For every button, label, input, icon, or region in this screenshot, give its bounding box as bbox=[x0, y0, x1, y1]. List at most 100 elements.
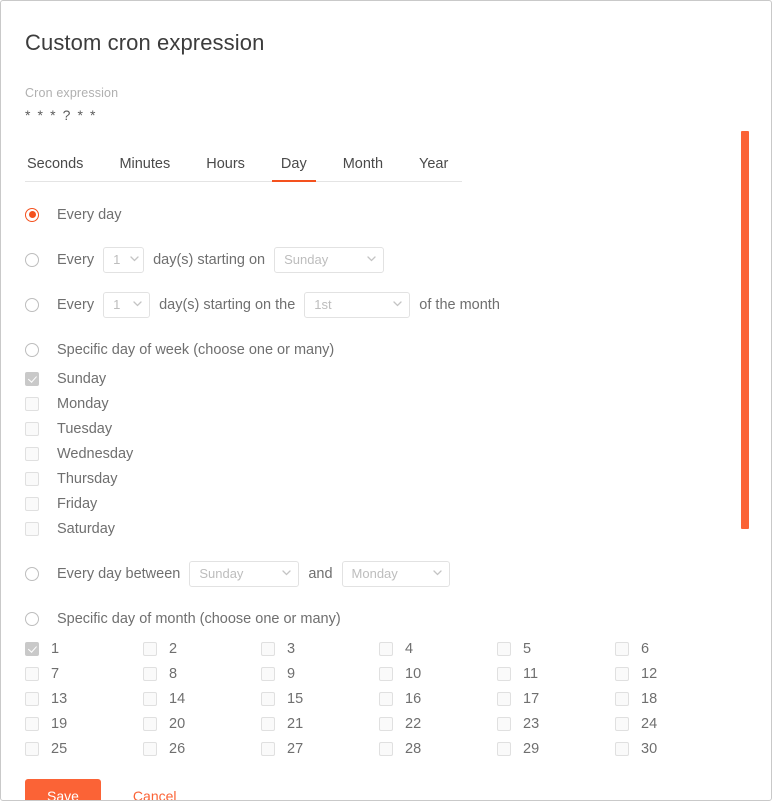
month-day-item[interactable]: 18 bbox=[615, 686, 733, 711]
radio-every-day-between[interactable] bbox=[25, 566, 39, 581]
month-day-item[interactable]: 5 bbox=[497, 636, 615, 661]
select-starting-weekday[interactable]: Sunday bbox=[274, 246, 385, 273]
month-day-item[interactable]: 3 bbox=[261, 636, 379, 661]
radio-every-n-days-month[interactable] bbox=[25, 297, 39, 312]
checkbox-friday[interactable] bbox=[25, 496, 39, 511]
tab-seconds[interactable]: Seconds bbox=[25, 150, 85, 181]
select-nth-day-of-month[interactable]: 1st bbox=[304, 291, 411, 318]
month-day-item[interactable]: 2 bbox=[143, 636, 261, 661]
radio-specific-day-of-week[interactable] bbox=[25, 342, 39, 357]
checkbox-wednesday[interactable] bbox=[25, 446, 39, 461]
checkbox-day-14[interactable] bbox=[143, 691, 157, 706]
option-specific-day-of-month[interactable]: Specific day of month (choose one or man… bbox=[25, 604, 747, 633]
month-day-item[interactable]: 24 bbox=[615, 711, 733, 736]
checkbox-day-8[interactable] bbox=[143, 666, 157, 681]
month-day-item[interactable]: 30 bbox=[615, 736, 733, 761]
month-day-item[interactable]: 9 bbox=[261, 661, 379, 686]
month-day-item[interactable]: 26 bbox=[143, 736, 261, 761]
select-day-interval-weekday[interactable]: 1 bbox=[103, 246, 145, 273]
scrollbar-thumb[interactable] bbox=[741, 131, 749, 529]
save-button[interactable]: Save bbox=[25, 779, 101, 800]
checkbox-day-6[interactable] bbox=[615, 641, 629, 656]
month-day-item[interactable]: 25 bbox=[25, 736, 143, 761]
option-every-day-between[interactable]: Every day between Sunday and Monday bbox=[25, 559, 747, 588]
select-day-interval-month[interactable]: 1 bbox=[103, 291, 151, 318]
checkbox-day-28[interactable] bbox=[379, 741, 393, 756]
tab-year[interactable]: Year bbox=[417, 150, 450, 181]
month-day-item[interactable]: 16 bbox=[379, 686, 497, 711]
radio-every-n-days-weekday[interactable] bbox=[25, 252, 39, 267]
month-day-item[interactable]: 21 bbox=[261, 711, 379, 736]
select-between-to[interactable]: Monday bbox=[341, 560, 450, 587]
month-day-item[interactable]: 20 bbox=[143, 711, 261, 736]
month-day-item[interactable]: 15 bbox=[261, 686, 379, 711]
month-day-item[interactable]: 11 bbox=[497, 661, 615, 686]
checkbox-day-26[interactable] bbox=[143, 741, 157, 756]
checkbox-tuesday[interactable] bbox=[25, 421, 39, 436]
weekday-item-wednesday[interactable]: Wednesday bbox=[25, 441, 747, 466]
month-day-item[interactable]: 19 bbox=[25, 711, 143, 736]
month-day-item[interactable]: 23 bbox=[497, 711, 615, 736]
checkbox-day-4[interactable] bbox=[379, 641, 393, 656]
month-day-item[interactable]: 6 bbox=[615, 636, 733, 661]
checkbox-day-22[interactable] bbox=[379, 716, 393, 731]
weekday-item-tuesday[interactable]: Tuesday bbox=[25, 416, 747, 441]
weekday-item-monday[interactable]: Monday bbox=[25, 391, 747, 416]
option-every-n-days-month[interactable]: Every 1 day(s) starting on the 1st of th… bbox=[25, 290, 747, 319]
checkbox-day-3[interactable] bbox=[261, 641, 275, 656]
checkbox-day-2[interactable] bbox=[143, 641, 157, 656]
checkbox-day-25[interactable] bbox=[25, 741, 39, 756]
checkbox-day-20[interactable] bbox=[143, 716, 157, 731]
checkbox-day-21[interactable] bbox=[261, 716, 275, 731]
checkbox-day-17[interactable] bbox=[497, 691, 511, 706]
checkbox-day-30[interactable] bbox=[615, 741, 629, 756]
checkbox-day-10[interactable] bbox=[379, 666, 393, 681]
month-day-item[interactable]: 7 bbox=[25, 661, 143, 686]
checkbox-day-16[interactable] bbox=[379, 691, 393, 706]
checkbox-day-7[interactable] bbox=[25, 666, 39, 681]
tab-minutes[interactable]: Minutes bbox=[117, 150, 172, 181]
radio-specific-day-of-month[interactable] bbox=[25, 611, 39, 626]
checkbox-day-12[interactable] bbox=[615, 666, 629, 681]
month-day-item[interactable]: 13 bbox=[25, 686, 143, 711]
radio-every-day[interactable] bbox=[25, 207, 39, 222]
option-every-day[interactable]: Every day bbox=[25, 200, 747, 229]
option-specific-day-of-week[interactable]: Specific day of week (choose one or many… bbox=[25, 335, 747, 364]
month-day-item[interactable]: 27 bbox=[261, 736, 379, 761]
month-day-item[interactable]: 4 bbox=[379, 636, 497, 661]
checkbox-day-18[interactable] bbox=[615, 691, 629, 706]
weekday-item-sunday[interactable]: Sunday bbox=[25, 366, 747, 391]
month-day-item[interactable]: 17 bbox=[497, 686, 615, 711]
month-day-item[interactable]: 1 bbox=[25, 636, 143, 661]
checkbox-day-29[interactable] bbox=[497, 741, 511, 756]
checkbox-day-23[interactable] bbox=[497, 716, 511, 731]
month-day-item[interactable]: 14 bbox=[143, 686, 261, 711]
checkbox-saturday[interactable] bbox=[25, 521, 39, 536]
checkbox-day-13[interactable] bbox=[25, 691, 39, 706]
checkbox-thursday[interactable] bbox=[25, 471, 39, 486]
month-day-item[interactable]: 8 bbox=[143, 661, 261, 686]
weekday-item-friday[interactable]: Friday bbox=[25, 491, 747, 516]
cancel-button[interactable]: Cancel bbox=[127, 787, 183, 801]
checkbox-day-27[interactable] bbox=[261, 741, 275, 756]
month-day-item[interactable]: 22 bbox=[379, 711, 497, 736]
select-between-from[interactable]: Sunday bbox=[189, 560, 300, 587]
checkbox-day-1[interactable] bbox=[25, 641, 39, 656]
month-day-item[interactable]: 29 bbox=[497, 736, 615, 761]
month-day-item[interactable]: 12 bbox=[615, 661, 733, 686]
tab-hours[interactable]: Hours bbox=[204, 150, 247, 181]
checkbox-day-19[interactable] bbox=[25, 716, 39, 731]
option-every-n-days-weekday[interactable]: Every 1 day(s) starting on Sunday bbox=[25, 245, 747, 274]
checkbox-day-24[interactable] bbox=[615, 716, 629, 731]
checkbox-day-5[interactable] bbox=[497, 641, 511, 656]
checkbox-day-9[interactable] bbox=[261, 666, 275, 681]
month-day-item[interactable]: 10 bbox=[379, 661, 497, 686]
checkbox-monday[interactable] bbox=[25, 396, 39, 411]
tab-day[interactable]: Day bbox=[271, 150, 316, 182]
checkbox-day-11[interactable] bbox=[497, 666, 511, 681]
checkbox-sunday[interactable] bbox=[25, 371, 39, 386]
tab-month[interactable]: Month bbox=[341, 150, 385, 181]
checkbox-day-15[interactable] bbox=[261, 691, 275, 706]
weekday-item-thursday[interactable]: Thursday bbox=[25, 466, 747, 491]
weekday-item-saturday[interactable]: Saturday bbox=[25, 516, 747, 541]
